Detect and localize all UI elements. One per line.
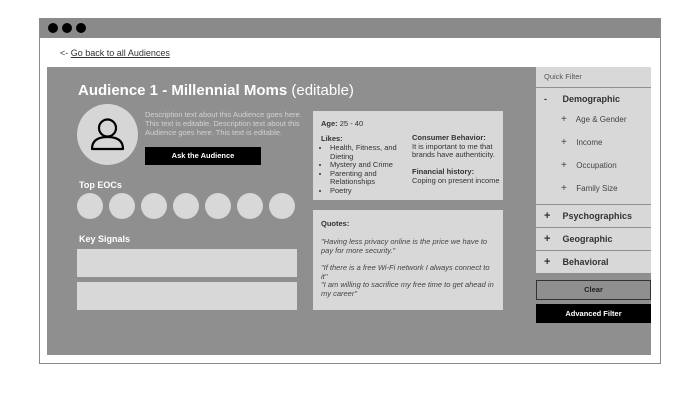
back-navigation[interactable]: <- Go back to all Audiences <box>60 48 170 58</box>
expand-icon: + <box>561 183 567 194</box>
eoc-circle[interactable] <box>269 193 295 219</box>
editable-tag: (editable) <box>291 82 354 99</box>
filter-option-label: Age & Gender <box>575 115 627 124</box>
filter-option-occupation[interactable]: + Occupation <box>561 160 617 171</box>
likes-list: Health, Fitness, and Dieting Mystery and… <box>321 143 405 196</box>
collapse-icon: - <box>544 94 547 104</box>
filter-category-label: Geographic <box>562 234 613 244</box>
eoc-circle[interactable] <box>109 193 135 219</box>
audience-name[interactable]: Audience 1 - Millennial Moms <box>78 82 287 99</box>
filter-category-label: Behavioral <box>562 257 609 267</box>
quick-filter-title: Quick Filter <box>536 67 651 87</box>
expand-icon: + <box>544 210 551 222</box>
consumer-behavior: Consumer Behavior: It is important to me… <box>412 133 500 160</box>
expand-icon: + <box>561 160 567 171</box>
age-label: Age: <box>321 119 338 128</box>
eoc-circle[interactable] <box>205 193 231 219</box>
age-value: 25 - 40 <box>339 119 364 128</box>
likes-item: Health, Fitness, and Dieting <box>330 143 405 161</box>
expand-icon: + <box>544 233 551 245</box>
eoc-circle[interactable] <box>173 193 199 219</box>
quotes-card: Quotes: "Having less privacy online is t… <box>313 210 503 310</box>
window-titlebar <box>40 19 660 38</box>
filter-option-label: Family Size <box>576 184 618 193</box>
filter-category-geographic[interactable]: + Geographic <box>536 228 651 250</box>
filter-option-family-size[interactable]: + Family Size <box>561 183 618 194</box>
demographic-section: - Demographic + Age & Gender + Income + … <box>536 88 651 204</box>
quote-item: "If there is a free Wi-Fi network I alwa… <box>321 263 490 281</box>
ask-audience-button[interactable]: Ask the Audience <box>145 147 261 165</box>
financial-history-text: Coping on present income <box>412 175 500 185</box>
key-signal-box[interactable] <box>77 249 297 277</box>
quick-filter-panel: Quick Filter - Demographic + Age & Gende… <box>536 67 651 355</box>
filter-category-psychographics[interactable]: + Psychographics <box>536 205 651 227</box>
filter-category-behavioral[interactable]: + Behavioral <box>536 251 651 273</box>
advanced-filter-button[interactable]: Advanced Filter <box>536 304 651 323</box>
expand-icon: + <box>561 114 567 125</box>
filter-option-income[interactable]: + Income <box>561 137 602 148</box>
audience-description[interactable]: Description text about this Audience goe… <box>145 110 303 137</box>
avatar <box>77 104 138 165</box>
likes-label: Likes: <box>321 134 343 143</box>
filter-category-label: Psychographics <box>562 211 633 221</box>
eoc-circle[interactable] <box>141 193 167 219</box>
top-eocs-heading: Top EOCs <box>79 180 122 190</box>
expand-icon: + <box>561 137 567 148</box>
profile-card: Age: 25 - 40 Likes: Health, Fitness, and… <box>313 111 503 200</box>
window-control-maximize[interactable] <box>76 23 86 33</box>
filter-option-label: Income <box>576 138 603 147</box>
browser-window: <- Go back to all Audiences Audience 1 -… <box>39 18 661 364</box>
likes-item: Parenting and Relationships <box>330 169 405 187</box>
window-control-close[interactable] <box>48 23 58 33</box>
filter-option-age-gender[interactable]: + Age & Gender <box>561 114 626 125</box>
likes-item: Poetry <box>330 186 405 196</box>
audience-detail-area: Audience 1 - Millennial Moms (editable) … <box>47 67 651 355</box>
back-arrow: <- <box>60 48 69 58</box>
eoc-circle[interactable] <box>237 193 263 219</box>
eoc-circle[interactable] <box>77 193 103 219</box>
clear-button[interactable]: Clear <box>536 280 651 300</box>
user-icon <box>90 118 125 151</box>
age-line: Age: 25 - 40 <box>321 119 363 128</box>
financial-history: Financial history: Coping on present inc… <box>412 167 500 185</box>
key-signal-box[interactable] <box>77 282 297 310</box>
window-control-minimize[interactable] <box>62 23 72 33</box>
consumer-behavior-text: It is important to me that brands have a… <box>412 141 495 159</box>
audience-title[interactable]: Audience 1 - Millennial Moms (editable) <box>78 82 354 99</box>
quote-item: "Having less privacy online is the price… <box>321 237 488 255</box>
key-signals-heading: Key Signals <box>79 234 131 244</box>
quote-item: "I am willing to sacrifice my free time … <box>321 280 494 298</box>
filter-option-label: Occupation <box>576 161 617 170</box>
quotes-label: Quotes: <box>321 219 350 228</box>
back-link[interactable]: Go back to all Audiences <box>71 48 170 58</box>
expand-icon: + <box>544 256 551 268</box>
demographic-toggle[interactable]: - Demographic <box>544 94 620 104</box>
demographic-label: Demographic <box>562 94 621 104</box>
